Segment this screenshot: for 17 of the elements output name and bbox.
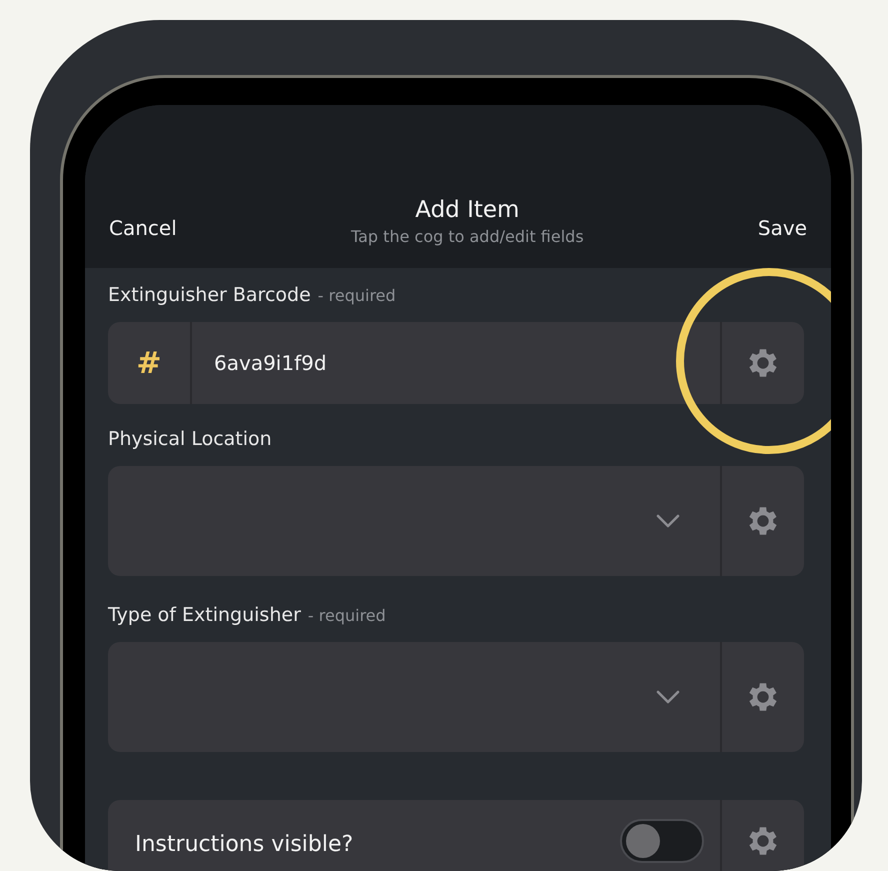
required-note: - required — [308, 606, 386, 625]
screen-title: Add Item — [415, 197, 520, 223]
cancel-button[interactable]: Cancel — [109, 216, 177, 240]
save-button[interactable]: Save — [758, 216, 807, 240]
dropdown-field[interactable] — [108, 642, 804, 752]
toggle-label: Instructions visible? — [134, 830, 354, 858]
field-value: 6ava9i1f9d — [213, 350, 328, 377]
input-field[interactable]: # 6ava9i1f9d — [108, 322, 804, 404]
field-label: Extinguisher Barcode — [108, 284, 311, 306]
chevron-down-icon — [656, 514, 680, 528]
field-label: Physical Location — [108, 428, 272, 450]
required-note: - required — [318, 286, 396, 305]
chevron-down-icon — [656, 690, 680, 704]
field-label: Type of Extinguisher — [108, 604, 301, 626]
toggle-switch[interactable] — [620, 819, 704, 863]
dropdown-field[interactable] — [108, 466, 804, 576]
screen-subtitle: Tap the cog to add/edit fields — [351, 227, 584, 246]
